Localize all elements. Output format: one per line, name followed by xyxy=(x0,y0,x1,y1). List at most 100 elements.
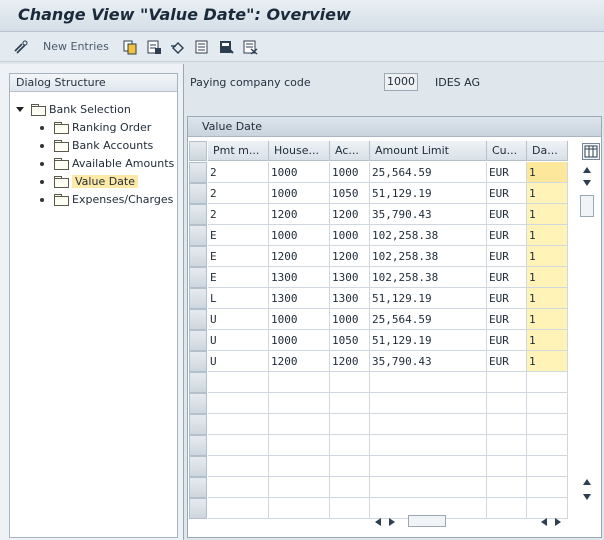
tree-node-expenses-charges[interactable]: Expenses/Charges xyxy=(40,191,173,208)
cell-currency xyxy=(487,435,527,456)
cell-days[interactable]: 1 xyxy=(527,183,568,204)
select-block-icon[interactable] xyxy=(217,38,235,56)
cell-days xyxy=(527,477,568,498)
cell-days[interactable]: 1 xyxy=(527,225,568,246)
cell-days[interactable]: 1 xyxy=(527,246,568,267)
cell-days[interactable]: 1 xyxy=(527,288,568,309)
scroll-thumb[interactable] xyxy=(580,195,594,217)
cell-account: 1200 xyxy=(330,246,370,267)
column-header-payment-method[interactable]: Pmt m... xyxy=(208,141,269,161)
cell-currency: EUR xyxy=(487,267,527,288)
cell-amount-limit: 51,129.19 xyxy=(370,183,487,204)
cell-house-bank: 1000 xyxy=(269,309,330,330)
cell-days[interactable]: 1 xyxy=(527,267,568,288)
scroll-down-icon[interactable] xyxy=(581,178,593,188)
undo-icon[interactable] xyxy=(169,38,187,56)
edit-glasses-icon[interactable] xyxy=(12,38,30,56)
row-selector[interactable] xyxy=(189,162,207,183)
cell-days[interactable]: 1 xyxy=(527,162,568,183)
scroll-far-left-icon[interactable] xyxy=(538,517,550,527)
cell-house-bank xyxy=(269,477,330,498)
column-header-amount-limit[interactable]: Amount Limit xyxy=(370,141,487,161)
horizontal-scroll-thumb[interactable] xyxy=(408,515,446,527)
deselect-all-icon[interactable] xyxy=(241,38,259,56)
folder-icon xyxy=(54,140,69,152)
navigation-pane: Dialog Structure Bank Selection Ranking … xyxy=(0,64,184,540)
row-selector[interactable] xyxy=(189,204,207,225)
scroll-left-icon[interactable] xyxy=(372,517,384,527)
column-header-days[interactable]: Da... xyxy=(527,141,568,161)
select-all-rows-button[interactable] xyxy=(189,141,207,161)
row-selector[interactable] xyxy=(189,498,207,519)
cell-currency: EUR xyxy=(487,246,527,267)
cell-days[interactable]: 1 xyxy=(527,204,568,225)
expand-triangle-icon[interactable] xyxy=(16,107,24,112)
row-selector[interactable] xyxy=(189,246,207,267)
row-selector[interactable] xyxy=(189,351,207,372)
scroll-up-icon[interactable] xyxy=(581,165,593,175)
cell-days xyxy=(527,372,568,393)
cell-house-bank: 1300 xyxy=(269,267,330,288)
cell-amount-limit xyxy=(370,456,487,477)
cell-account: 1200 xyxy=(330,351,370,372)
row-selector[interactable] xyxy=(189,372,207,393)
select-all-icon[interactable] xyxy=(193,38,211,56)
row-selector[interactable] xyxy=(189,414,207,435)
row-selector[interactable] xyxy=(189,267,207,288)
cell-currency xyxy=(487,477,527,498)
row-selector[interactable] xyxy=(189,435,207,456)
row-selector[interactable] xyxy=(189,330,207,351)
row-selector[interactable] xyxy=(189,477,207,498)
cell-days[interactable]: 1 xyxy=(527,351,568,372)
column-header-house-bank[interactable]: House... xyxy=(269,141,330,161)
new-entries-button[interactable]: New Entries xyxy=(43,40,109,53)
row-selector[interactable] xyxy=(189,288,207,309)
paying-company-code-label: Paying company code xyxy=(190,76,311,89)
cell-account: 1050 xyxy=(330,183,370,204)
tree-node-value-date[interactable]: Value Date xyxy=(40,173,138,190)
copy-icon[interactable] xyxy=(121,38,139,56)
cell-currency xyxy=(487,456,527,477)
table-settings-icon[interactable] xyxy=(582,143,600,160)
cell-days[interactable]: 1 xyxy=(527,309,568,330)
column-header-currency[interactable]: Cu... xyxy=(487,141,527,161)
cell-account xyxy=(330,435,370,456)
cell-payment-method: E xyxy=(208,246,269,267)
company-name: IDES AG xyxy=(435,76,480,89)
cell-payment-method: 2 xyxy=(208,162,269,183)
tree-header: Dialog Structure xyxy=(10,74,177,92)
cell-payment-method xyxy=(208,498,269,519)
open-folder-icon xyxy=(54,176,69,188)
cell-account xyxy=(330,456,370,477)
tree-node-bank-accounts[interactable]: Bank Accounts xyxy=(40,137,153,154)
cell-account xyxy=(330,393,370,414)
scroll-right-icon[interactable] xyxy=(386,517,398,527)
paying-company-code-field[interactable]: 1000 xyxy=(384,73,418,91)
cell-payment-method xyxy=(208,456,269,477)
tree-node-bank-selection[interactable]: Bank Selection xyxy=(16,101,131,118)
tree-node-available-amounts[interactable]: Available Amounts xyxy=(40,155,174,172)
row-selector[interactable] xyxy=(189,456,207,477)
row-selector[interactable] xyxy=(189,225,207,246)
cell-payment-method xyxy=(208,414,269,435)
cell-account xyxy=(330,498,370,519)
tree-node-ranking-order[interactable]: Ranking Order xyxy=(40,119,151,136)
cell-house-bank xyxy=(269,498,330,519)
delete-icon[interactable] xyxy=(145,38,163,56)
row-selector[interactable] xyxy=(189,393,207,414)
folder-icon xyxy=(54,122,69,134)
vertical-scrollbar[interactable] xyxy=(580,165,594,515)
row-selector[interactable] xyxy=(189,309,207,330)
cell-amount-limit: 25,564.59 xyxy=(370,309,487,330)
cell-amount-limit: 51,129.19 xyxy=(370,330,487,351)
cell-days[interactable]: 1 xyxy=(527,330,568,351)
column-header-account[interactable]: Ac... xyxy=(330,141,370,161)
scroll-page-up-icon[interactable] xyxy=(581,477,593,487)
row-selector[interactable] xyxy=(189,183,207,204)
horizontal-scrollbar[interactable] xyxy=(372,515,562,529)
scroll-page-down-icon[interactable] xyxy=(581,492,593,502)
scroll-far-right-icon[interactable] xyxy=(552,517,564,527)
cell-amount-limit xyxy=(370,414,487,435)
cell-currency: EUR xyxy=(487,162,527,183)
bullet-icon xyxy=(40,179,44,184)
